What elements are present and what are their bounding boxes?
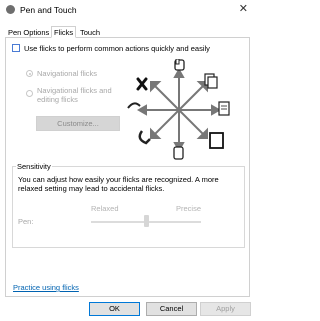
navigational-flicks-label: Navigational flicks: [37, 69, 98, 78]
cancel-button[interactable]: Cancel: [146, 302, 197, 316]
close-icon[interactable]: ✕: [239, 3, 248, 15]
navigational-editing-flicks-label: Navigational flicks and editing flicks: [37, 86, 112, 104]
pen-label: Pen:: [18, 217, 34, 226]
use-flicks-checkbox[interactable]: [12, 44, 20, 52]
sensitivity-description: You can adjust how easily your flicks ar…: [18, 175, 219, 193]
title-bar: Pen and Touch ✕: [0, 0, 255, 20]
navigational-editing-flicks-radio[interactable]: [26, 90, 33, 97]
pen-app-icon: [6, 5, 15, 14]
sensitivity-group: Sensitivity You can adjust how easily yo…: [12, 162, 245, 248]
window-title: Pen and Touch: [20, 5, 77, 15]
practice-flicks-link[interactable]: Practice using flicks: [13, 283, 79, 292]
use-flicks-label[interactable]: Use flicks to perform common actions qui…: [24, 44, 210, 53]
sensitivity-legend: Sensitivity: [16, 162, 52, 171]
flicks-diagram: [127, 59, 230, 160]
sensitivity-slider-thumb[interactable]: [143, 215, 149, 227]
flicks-panel: Use flicks to perform common actions qui…: [5, 37, 250, 297]
tab-flicks[interactable]: Flicks: [51, 26, 77, 38]
customize-button[interactable]: Customize...: [36, 116, 120, 131]
precise-label: Precise: [176, 204, 202, 213]
ok-button[interactable]: OK: [89, 302, 140, 316]
navigational-flicks-radio[interactable]: [26, 70, 33, 77]
relaxed-label: Relaxed: [91, 204, 119, 213]
apply-button[interactable]: Apply: [200, 302, 251, 316]
